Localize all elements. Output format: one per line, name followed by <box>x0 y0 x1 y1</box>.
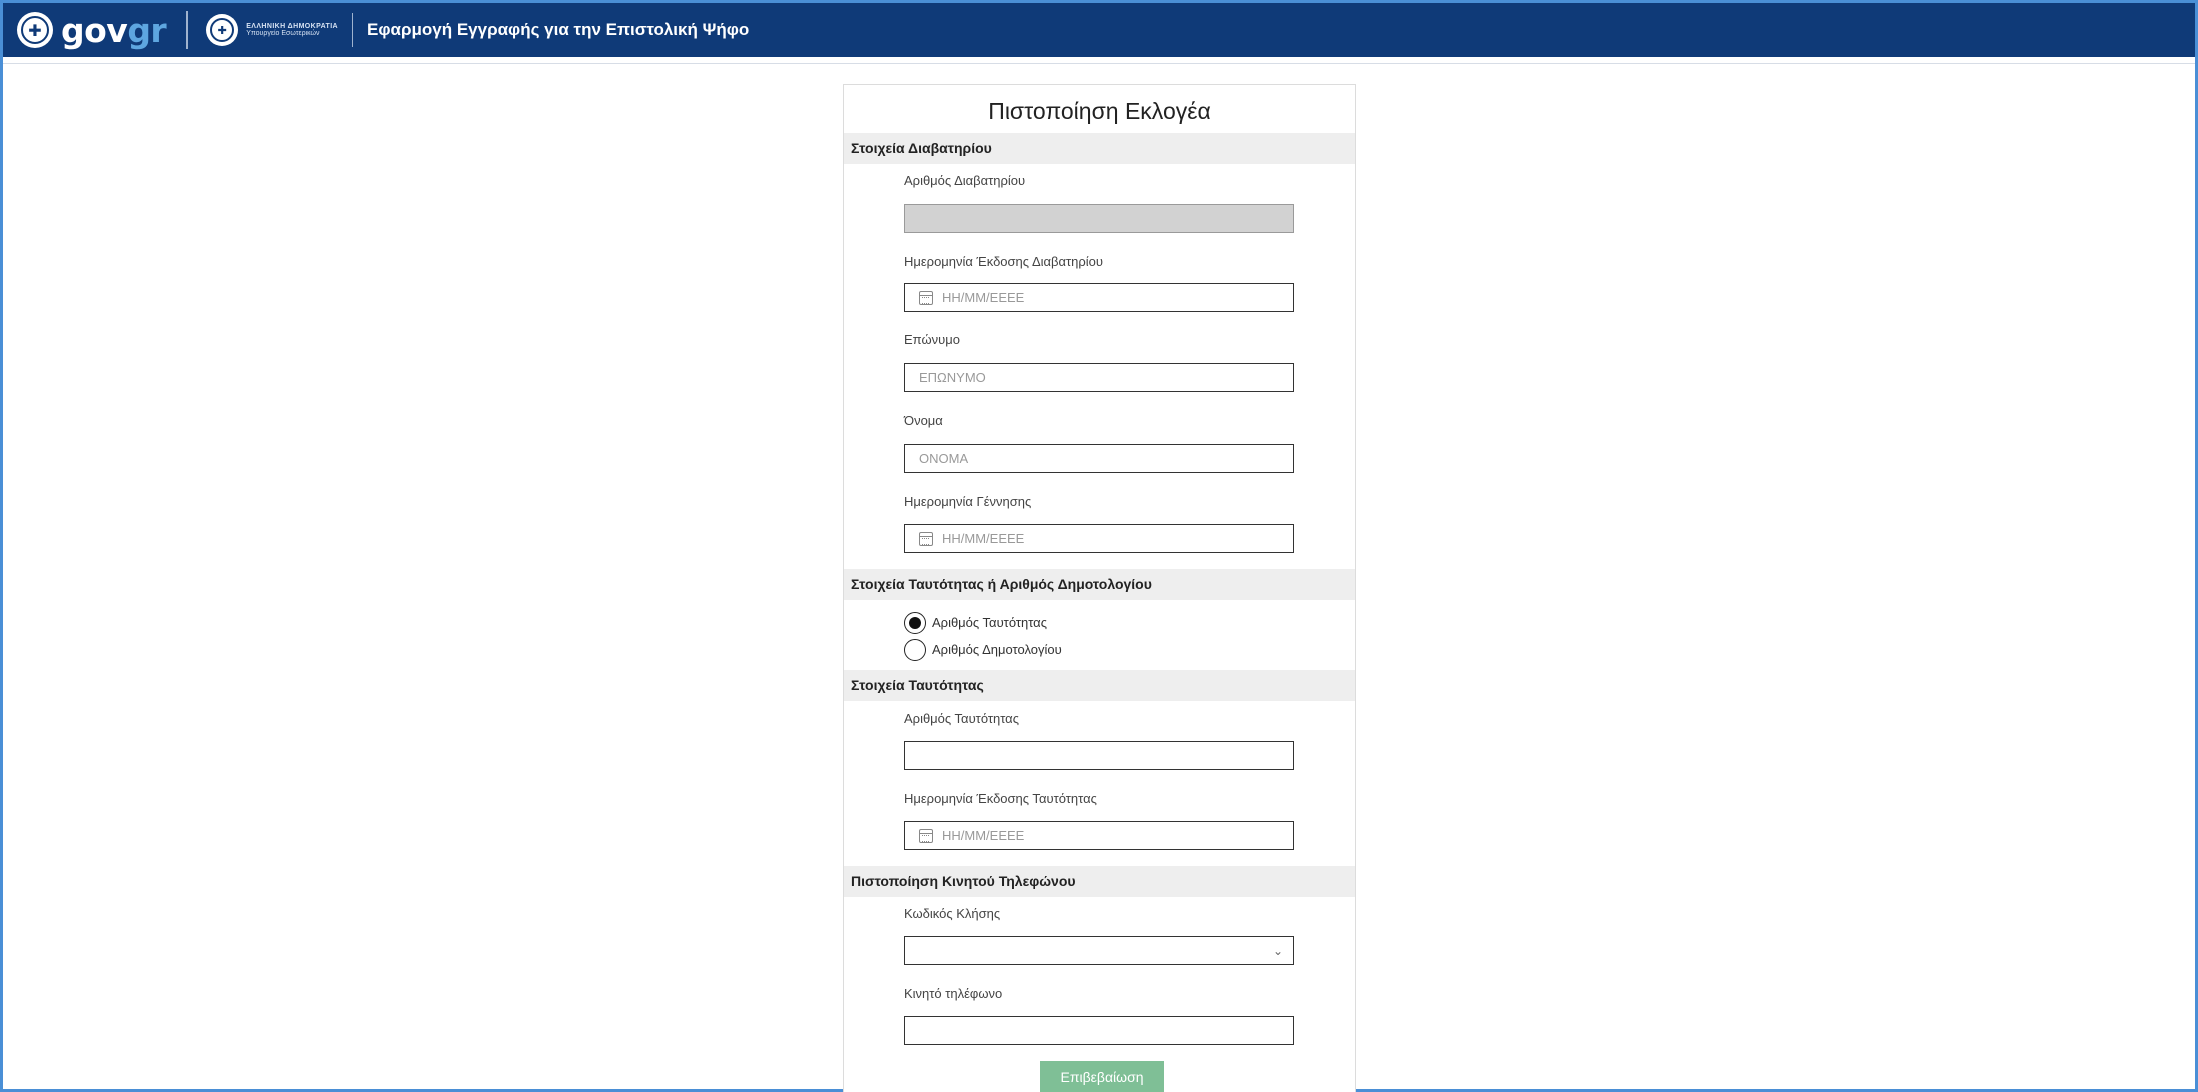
radio-option-registry-number[interactable]: Αριθμός Δημοτολογίου <box>844 636 1355 663</box>
id-issue-date-label: Ημερομηνία Έκδοσης Ταυτότητας <box>904 791 1097 806</box>
radio-option-id-number-label: Αριθμός Ταυτότητας <box>932 615 1047 630</box>
passport-issue-date-label: Ημερομηνία Έκδοσης Διαβατηρίου <box>904 254 1104 269</box>
section-id-card: Στοιχεία Ταυτότητας <box>844 670 1355 701</box>
dial-code-label: Κωδικός Κλήσης <box>904 906 1001 921</box>
gov-emblem-icon: ✚ <box>17 12 53 48</box>
calendar-icon[interactable] <box>919 290 933 305</box>
header-divider <box>186 11 189 49</box>
app-title: Εφαρμογή Εγγραφής για την Επιστολική Ψήφ… <box>367 20 750 39</box>
name-field[interactable]: ΟΝΟΜΑ <box>904 444 1294 473</box>
name-label: Όνομα <box>904 413 943 428</box>
dial-code-select[interactable]: ⌄ <box>904 936 1294 965</box>
passport-issue-date-placeholder: ΗΗ/ΜΜ/ΕΕΕΕ <box>942 290 1025 305</box>
page-title: Πιστοποίηση Εκλογέα <box>988 98 1211 124</box>
header-divider <box>352 13 353 47</box>
birth-date-placeholder: ΗΗ/ΜΜ/ΕΕΕΕ <box>942 531 1025 546</box>
header-underline <box>3 57 2195 64</box>
name-placeholder: ΟΝΟΜΑ <box>919 451 969 466</box>
radio-checked-icon[interactable] <box>904 611 926 634</box>
section-id-choice: Στοιχεία Ταυτότητας ή Αριθμός Δημοτολογί… <box>844 569 1355 600</box>
id-issue-date-placeholder: ΗΗ/ΜΜ/ΕΕΕΕ <box>942 828 1025 843</box>
top-header: ✚ govgr ✚ ΕΛΛΗΝΙΚΗ ΔΗΜΟΚΡΑΤΙΑ Υπουργείο … <box>3 3 2195 57</box>
passport-number-field[interactable] <box>904 204 1294 233</box>
brand-gov: gov <box>61 10 128 50</box>
section-phone: Πιστοποίηση Κινητού Τηλεφώνου <box>844 866 1355 897</box>
passport-issue-date-field[interactable]: ΗΗ/ΜΜ/ΕΕΕΕ <box>904 283 1294 312</box>
calendar-icon[interactable] <box>919 828 933 843</box>
phone-fields: Κωδικός Κλήσης ⌄ Κινητό τηλέφωνο <box>844 906 1355 1045</box>
chevron-down-icon[interactable]: ⌄ <box>1273 944 1283 958</box>
radio-unchecked-icon[interactable] <box>904 638 926 661</box>
surname-label: Επώνυμο <box>904 332 960 347</box>
radio-option-registry-number-label: Αριθμός Δημοτολογίου <box>932 642 1062 657</box>
surname-field[interactable]: ΕΠΩΝΥΜΟ <box>904 363 1294 392</box>
mobile-phone-label: Κινητό τηλέφωνο <box>904 986 1003 1001</box>
ministry-line2: Υπουργείο Εσωτερικών <box>246 30 320 37</box>
birth-date-label: Ημερομηνία Γέννησης <box>904 494 1032 509</box>
ministry-logo: ΕΛΛΗΝΙΚΗ ΔΗΜΟΚΡΑΤΙΑ Υπουργείο Εσωτερικών <box>246 23 338 37</box>
section-passport: Στοιχεία Διαβατηρίου <box>844 133 1355 164</box>
birth-date-field[interactable]: ΗΗ/ΜΜ/ΕΕΕΕ <box>904 524 1294 553</box>
gov-gr-logo[interactable]: govgr <box>61 10 167 50</box>
passport-fields: Αριθμός Διαβατηρίου Ημερομηνία Έκδοσης Δ… <box>844 173 1355 553</box>
voter-certification-card: Πιστοποίηση Εκλογέα Στοιχεία Διαβατηρίου… <box>843 84 1356 1092</box>
ministry-line1: ΕΛΛΗΝΙΚΗ ΔΗΜΟΚΡΑΤΙΑ <box>246 23 338 30</box>
confirm-button[interactable]: Επιβεβαίωση <box>1040 1061 1164 1092</box>
id-card-fields: Αριθμός Ταυτότητας Ημερομηνία Έκδοσης Τα… <box>844 711 1355 850</box>
id-number-field[interactable] <box>904 741 1294 770</box>
id-choice-radio-group: Αριθμός Ταυτότητας Αριθμός Δημοτολογίου <box>844 600 1355 663</box>
id-issue-date-field[interactable]: ΗΗ/ΜΜ/ΕΕΕΕ <box>904 821 1294 850</box>
brand-gr: gr <box>127 10 167 50</box>
passport-number-label: Αριθμός Διαβατηρίου <box>904 173 1026 188</box>
id-number-label: Αριθμός Ταυτότητας <box>904 711 1019 726</box>
ministry-emblem-icon: ✚ <box>206 14 239 46</box>
mobile-phone-field[interactable] <box>904 1016 1294 1045</box>
surname-placeholder: ΕΠΩΝΥΜΟ <box>919 370 986 385</box>
calendar-icon[interactable] <box>919 531 933 546</box>
radio-option-id-number[interactable]: Αριθμός Ταυτότητας <box>844 609 1355 636</box>
